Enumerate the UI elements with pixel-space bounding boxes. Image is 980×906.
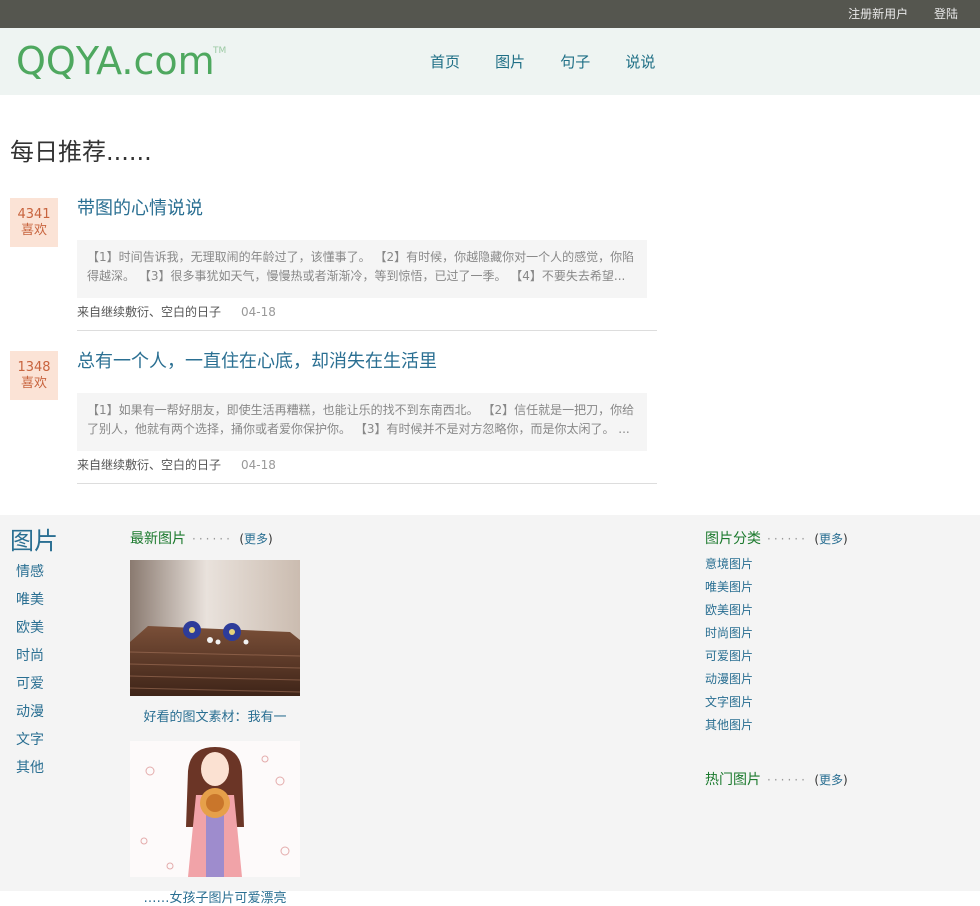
recommend-date: 04-18	[241, 305, 276, 319]
nav-sentences[interactable]: 句子	[560, 53, 590, 71]
picture-caption[interactable]: ……女孩子图片可爱漂亮	[130, 887, 300, 906]
recommend-meta: 来自继续敷衍、空白的日子 04-18	[77, 303, 276, 320]
class-link[interactable]: 欧美图片	[705, 603, 753, 626]
class-link[interactable]: 唯美图片	[705, 580, 753, 603]
likes-label: 喜欢	[20, 223, 47, 238]
hot-pictures-header: 热门图片 ······ (更多)	[705, 769, 848, 789]
basket-flower-image	[130, 560, 300, 696]
login-link[interactable]: 登陆	[934, 7, 958, 21]
likes-label: 喜欢	[20, 376, 47, 391]
pictures-title: 图片	[10, 527, 58, 555]
top-bar: 注册新用户 登陆	[0, 0, 980, 28]
more-link[interactable]: 更多	[819, 532, 843, 546]
pictures-section: 图片 情感 唯美 欧美 时尚 可爱 动漫 文字 其他 最新图片 ······ (更…	[0, 515, 980, 906]
picture-class-list: 意境图片 唯美图片 欧美图片 时尚图片 可爱图片 动漫图片 文字图片 其他图片	[705, 557, 753, 741]
class-link[interactable]: 可爱图片	[705, 649, 753, 672]
picture-thumbnail[interactable]	[130, 741, 300, 877]
more-link[interactable]: 更多	[819, 773, 843, 787]
site-logo[interactable]: QQYA.com TM	[16, 36, 226, 86]
latest-pictures-title: 最新图片	[130, 531, 186, 547]
latest-pictures-header: 最新图片 ······ (更多)	[130, 528, 273, 548]
class-link[interactable]: 意境图片	[705, 557, 753, 580]
paren-close: )	[843, 773, 848, 787]
nav-home[interactable]: 首页	[430, 53, 460, 71]
likes-badge[interactable]: 4341 喜欢	[10, 198, 58, 247]
category-link[interactable]: 文字	[16, 731, 44, 759]
more-link[interactable]: 更多	[244, 532, 268, 546]
likes-badge[interactable]: 1348 喜欢	[10, 351, 58, 400]
register-link[interactable]: 注册新用户	[848, 7, 908, 21]
logo-trademark: TM	[213, 46, 227, 56]
class-link[interactable]: 时尚图片	[705, 626, 753, 649]
logo-text: QQYA.com	[16, 39, 215, 83]
more-link-wrapper: (更多)	[239, 532, 272, 546]
category-link[interactable]: 时尚	[16, 647, 44, 675]
class-link[interactable]: 文字图片	[705, 695, 753, 718]
nav-pictures[interactable]: 图片	[495, 53, 525, 71]
recommend-source[interactable]: 来自继续敷衍、空白的日子	[77, 305, 221, 319]
recommend-excerpt: 【1】如果有一帮好朋友，即使生活再糟糕，也能让乐的找不到东南西北。 【2】信任就…	[77, 393, 647, 451]
class-link[interactable]: 其他图片	[705, 718, 753, 741]
category-link[interactable]: 唯美	[16, 591, 44, 619]
main-nav: 首页 图片 句子 说说	[430, 28, 685, 95]
picture-class-header: 图片分类 ······ (更多)	[705, 528, 848, 548]
divider	[77, 483, 657, 484]
recommend-meta: 来自继续敷衍、空白的日子 04-18	[77, 456, 276, 473]
likes-count: 4341	[17, 207, 51, 222]
category-link[interactable]: 欧美	[16, 619, 44, 647]
category-link[interactable]: 可爱	[16, 675, 44, 703]
recommend-source[interactable]: 来自继续敷衍、空白的日子	[77, 458, 221, 472]
girl-illustration-image	[130, 741, 300, 877]
daily-recommend-title: 每日推荐......	[10, 138, 152, 166]
recommend-date: 04-18	[241, 458, 276, 472]
nav-status[interactable]: 说说	[625, 53, 655, 71]
more-link-wrapper: (更多)	[814, 773, 847, 787]
category-link[interactable]: 动漫	[16, 703, 44, 731]
recommend-title[interactable]: 总有一个人，一直住在心底，却消失在生活里	[77, 351, 437, 373]
paren-close: )	[843, 532, 848, 546]
hot-pictures-title: 热门图片	[705, 772, 761, 788]
recommend-excerpt: 【1】时间告诉我，无理取闹的年龄过了，该懂事了。 【2】有时候，你越隐藏你对一个…	[77, 240, 647, 298]
picture-caption[interactable]: 好看的图文素材：我有一	[130, 706, 300, 725]
dots-separator: ······	[767, 532, 808, 546]
picture-class-title: 图片分类	[705, 531, 761, 547]
more-link-wrapper: (更多)	[814, 532, 847, 546]
dots-separator: ······	[767, 773, 808, 787]
dots-separator: ······	[192, 532, 233, 546]
paren-close: )	[268, 532, 273, 546]
likes-count: 1348	[17, 360, 51, 375]
recommend-title[interactable]: 带图的心情说说	[77, 198, 203, 220]
picture-category-list: 情感 唯美 欧美 时尚 可爱 动漫 文字 其他	[16, 563, 44, 787]
divider	[77, 330, 657, 331]
picture-thumbnail[interactable]	[130, 560, 300, 696]
account-links: 注册新用户 登陆	[826, 0, 958, 28]
site-header: QQYA.com TM 首页 图片 句子 说说	[0, 28, 980, 95]
class-link[interactable]: 动漫图片	[705, 672, 753, 695]
category-link[interactable]: 其他	[16, 759, 44, 787]
category-link[interactable]: 情感	[16, 563, 44, 591]
